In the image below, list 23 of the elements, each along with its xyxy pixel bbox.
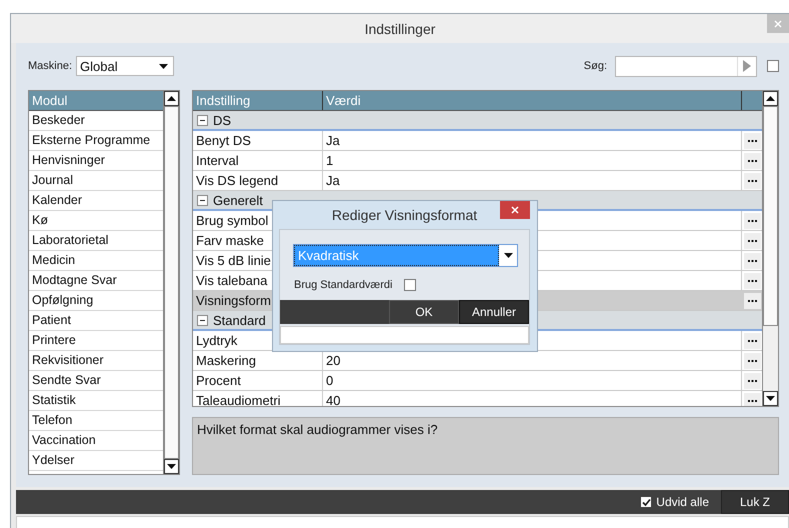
setting-value: 40 xyxy=(326,393,340,406)
column-header: Modul xyxy=(29,91,163,111)
setting-value: 20 xyxy=(326,353,340,368)
setting-name: Procent xyxy=(193,371,323,390)
setting-value: 0 xyxy=(326,373,334,388)
expand-all-label: Udvid alle xyxy=(656,495,709,509)
column-header: Indstilling xyxy=(193,91,323,110)
window-title: Indstillinger xyxy=(364,20,436,36)
group-label: Generelt xyxy=(213,192,263,210)
setting-name: Benyt DS xyxy=(193,131,323,150)
search-label: Søg: xyxy=(584,60,607,72)
group-label: Standard xyxy=(213,312,266,330)
group-label: DS xyxy=(213,112,232,130)
description-text: Hvilket format skal audiogrammer vises i? xyxy=(197,422,438,437)
column-header: Værdi xyxy=(323,91,742,110)
setting-value: 1 xyxy=(326,153,334,168)
machine-label: Maskine: xyxy=(28,60,72,72)
setting-value: Ja xyxy=(326,173,340,188)
setting-name: Taleaudiometri xyxy=(193,391,323,406)
dialog-title: Rediger Visningsformat xyxy=(332,207,478,223)
setting-name: Interval xyxy=(193,151,323,170)
setting-name: Vis DS legend xyxy=(193,171,323,190)
setting-value: Ja xyxy=(326,133,340,148)
